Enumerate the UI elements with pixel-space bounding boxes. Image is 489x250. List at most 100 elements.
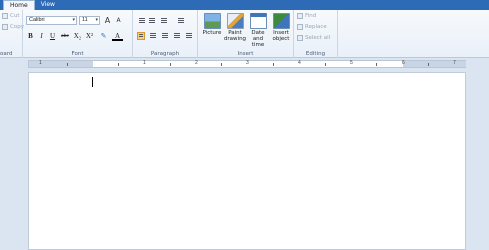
copy-button[interactable]: Copy xyxy=(2,24,24,30)
ruler-area: 1 1 2 3 4 5 6 7 xyxy=(0,58,489,70)
ruler-tick xyxy=(67,63,68,66)
picture-icon xyxy=(203,13,221,29)
font-color-button[interactable]: A xyxy=(112,32,123,41)
font-family-value: Calibri xyxy=(29,17,45,23)
find-label: Find xyxy=(305,13,317,19)
document-page[interactable] xyxy=(28,72,466,250)
ruler-number: 3 xyxy=(246,60,249,66)
ruler-tick xyxy=(325,63,326,66)
tab-view[interactable]: View xyxy=(35,0,61,10)
select-all-icon xyxy=(297,35,303,41)
ruler-tick xyxy=(428,63,429,66)
title-bar xyxy=(0,0,489,10)
paint-label-2: drawing xyxy=(223,36,247,42)
ruler-number: 4 xyxy=(298,60,301,66)
insert-group-label: Insert xyxy=(237,51,254,57)
font-group-label: Font xyxy=(71,51,84,57)
replace-label: Replace xyxy=(305,24,327,30)
grow-font-button[interactable]: A xyxy=(103,16,112,25)
text-cursor xyxy=(92,77,93,87)
font-size-value: 11 xyxy=(82,17,88,23)
align-right-button[interactable] xyxy=(161,32,169,40)
align-center-icon xyxy=(150,33,156,39)
ribbon-tabs: Home View xyxy=(0,0,61,10)
highlighter-icon: ✎ xyxy=(100,32,107,40)
ruler-tick xyxy=(273,63,274,66)
decrease-indent-button[interactable] xyxy=(138,17,146,25)
ruler-tick xyxy=(376,63,377,66)
insert-object-button[interactable]: Insert object xyxy=(269,13,293,42)
replace-button[interactable]: Replace xyxy=(297,24,327,30)
date-label-1: Date and xyxy=(251,30,265,42)
editing-group-label: Editing xyxy=(305,51,326,57)
paragraph-group-label: Paragraph xyxy=(150,51,180,57)
highlight-button[interactable]: ✎ xyxy=(98,32,109,41)
select-all-label: Select all xyxy=(305,35,331,41)
object-icon xyxy=(272,13,290,29)
ruler-tick xyxy=(170,63,171,66)
font-group: Calibri ▾ 11 ▾ A A B I U abc X₂ X² ✎ A F… xyxy=(23,10,133,58)
ruler-number: 5 xyxy=(350,60,353,66)
line-spacing-button[interactable] xyxy=(177,17,185,25)
font-color-icon: A xyxy=(114,32,121,40)
decrease-indent-icon xyxy=(139,18,145,24)
find-button[interactable]: Find xyxy=(297,13,316,19)
ruler-number: 7 xyxy=(453,60,456,66)
ruler-number: 1 xyxy=(143,60,146,66)
replace-icon xyxy=(297,24,303,30)
ribbon: Cut Copy oard Calibri ▾ 11 ▾ A A B I U a… xyxy=(0,10,489,58)
right-margin-zone xyxy=(403,61,466,67)
justify-button[interactable] xyxy=(173,32,181,40)
clipboard-group: Cut Copy oard xyxy=(0,10,24,58)
align-left-button[interactable] xyxy=(137,32,145,40)
copy-label: Copy xyxy=(10,24,24,30)
picture-label: Picture xyxy=(202,30,222,36)
paragraph-group: Paragraph xyxy=(133,10,198,58)
cut-label: Cut xyxy=(10,13,20,19)
binoculars-icon xyxy=(297,13,303,19)
increase-indent-button[interactable] xyxy=(148,17,156,25)
date-time-button[interactable]: Date and time xyxy=(246,13,270,48)
increase-indent-icon xyxy=(149,18,155,24)
strikethrough-button[interactable]: abc xyxy=(59,32,71,41)
picture-button[interactable]: Picture xyxy=(200,13,224,36)
align-right-icon xyxy=(162,33,168,39)
clipboard-group-label: oard xyxy=(0,51,13,57)
align-left-icon xyxy=(139,34,143,38)
paragraph-icon xyxy=(186,33,192,39)
select-all-button[interactable]: Select all xyxy=(297,35,330,41)
font-size-select[interactable]: 11 ▾ xyxy=(79,16,100,25)
editing-group: Find Replace Select all Editing xyxy=(294,10,338,58)
object-label-2: object xyxy=(272,36,290,42)
ruler-tick xyxy=(118,63,119,66)
chevron-down-icon: ▾ xyxy=(95,17,98,23)
cut-button[interactable]: Cut xyxy=(2,13,19,19)
bullets-button[interactable] xyxy=(160,17,168,25)
date-label-2: time xyxy=(251,42,265,48)
ruler-number: 6 xyxy=(402,60,405,66)
copy-icon xyxy=(2,24,8,30)
font-family-select[interactable]: Calibri ▾ xyxy=(26,16,77,25)
line-spacing-icon xyxy=(178,18,184,24)
bold-button[interactable]: B xyxy=(26,32,35,41)
bullet-list-icon xyxy=(161,18,167,24)
insert-group: Picture Paint drawing Date and time Inse… xyxy=(198,10,294,58)
italic-button[interactable]: I xyxy=(37,32,46,41)
subscript-button[interactable]: X₂ xyxy=(72,32,83,41)
paragraph-settings-button[interactable] xyxy=(185,32,193,40)
ruler-number: 2 xyxy=(195,60,198,66)
calendar-clock-icon xyxy=(249,13,267,29)
ruler[interactable]: 1 1 2 3 4 5 6 7 xyxy=(28,60,466,68)
align-center-button[interactable] xyxy=(149,32,157,40)
tab-home[interactable]: Home xyxy=(3,0,35,10)
paint-brush-icon xyxy=(226,13,244,29)
paint-drawing-button[interactable]: Paint drawing xyxy=(223,13,247,42)
underline-button[interactable]: U xyxy=(48,32,57,41)
chevron-down-icon: ▾ xyxy=(72,17,75,23)
shrink-font-icon: A xyxy=(116,17,121,24)
scissors-icon xyxy=(2,13,8,19)
ruler-tick xyxy=(221,63,222,66)
justify-icon xyxy=(174,33,180,39)
superscript-button[interactable]: X² xyxy=(84,32,95,41)
shrink-font-button[interactable]: A xyxy=(114,16,123,25)
